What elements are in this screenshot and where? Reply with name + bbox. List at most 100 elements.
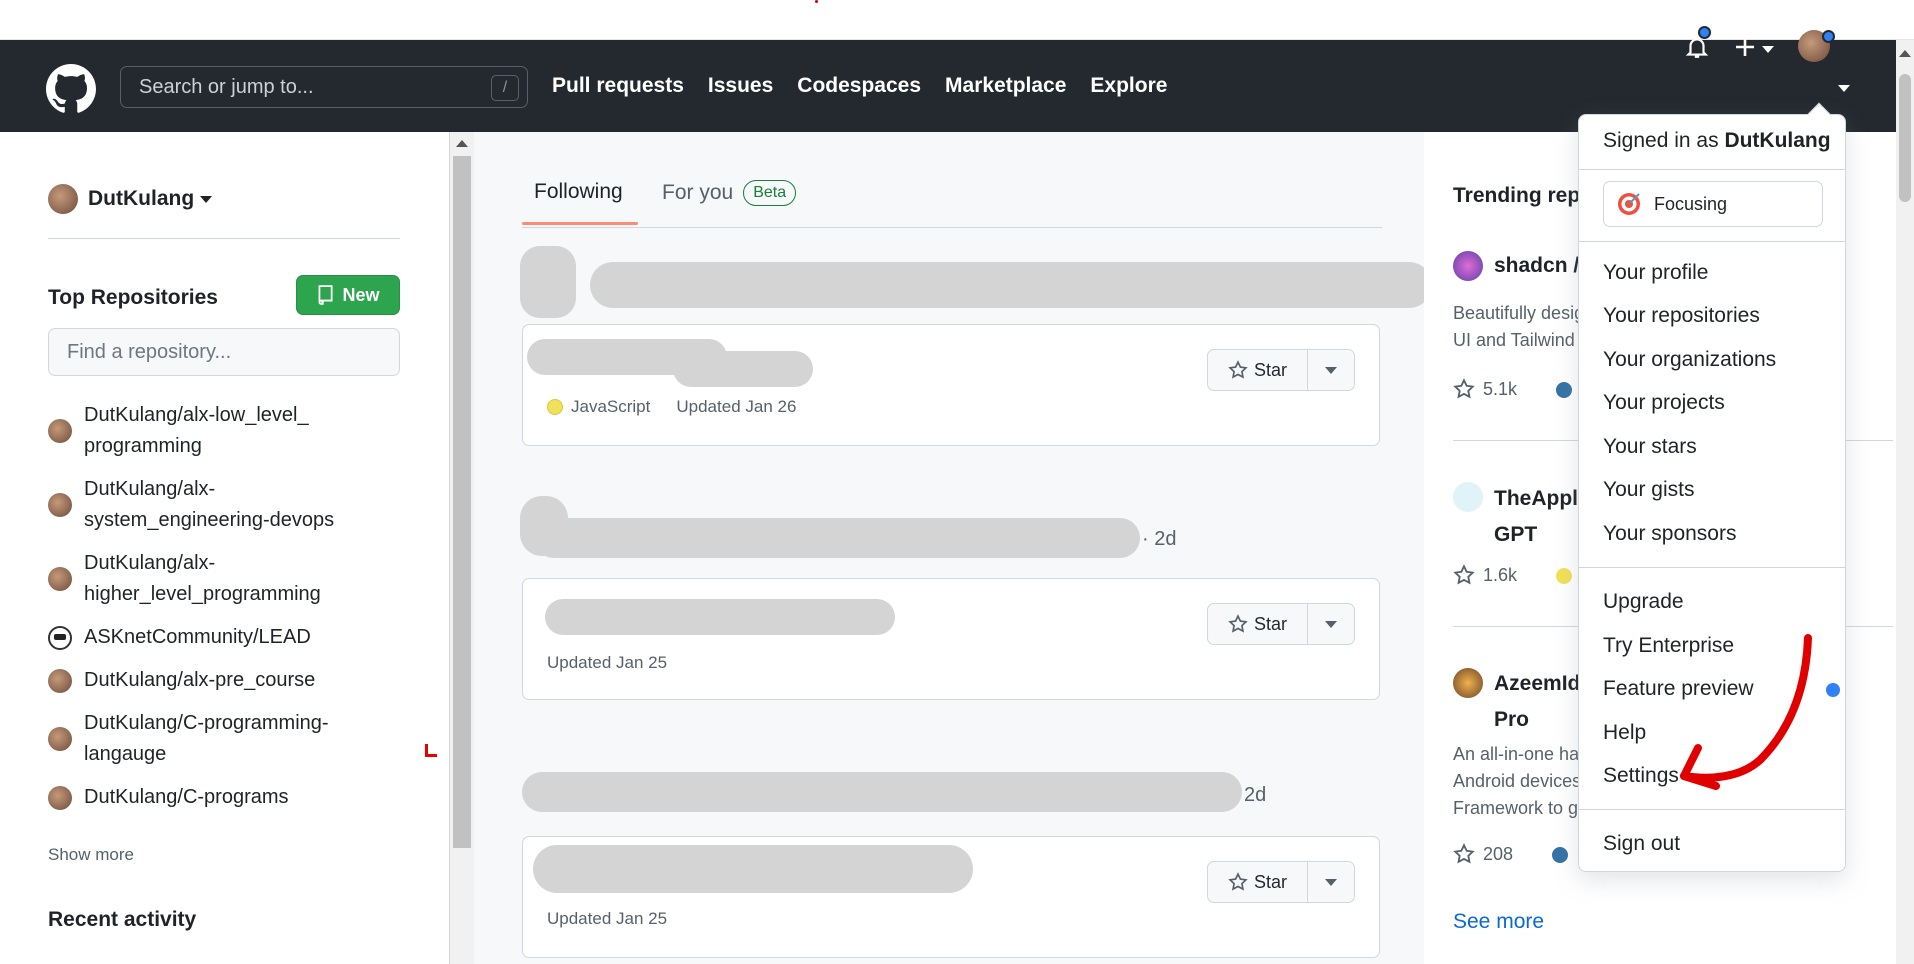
list-item[interactable]: ASKnetCommunity/LEAD bbox=[48, 622, 408, 653]
nav-explore[interactable]: Explore bbox=[1090, 74, 1167, 98]
repo-link[interactable]: DutKulang/alx-low_level_programming bbox=[84, 400, 314, 462]
list-item[interactable]: DutKulang/alx-higher_level_programming bbox=[48, 548, 408, 610]
list-item[interactable]: DutKulang/alx-system_engineering-devops bbox=[48, 474, 408, 536]
star-button[interactable]: Star bbox=[1208, 604, 1308, 644]
star-list-dropdown[interactable] bbox=[1308, 604, 1354, 644]
see-more-link[interactable]: See more bbox=[1453, 910, 1544, 934]
annotation-arrow-icon bbox=[1680, 634, 1812, 790]
chevron-down-icon bbox=[1325, 620, 1337, 628]
chevron-down-icon bbox=[1325, 878, 1337, 886]
star-label: Star bbox=[1253, 871, 1287, 892]
menu-item-your-sponsors[interactable]: Your sponsors bbox=[1603, 522, 1736, 546]
language-color-dot bbox=[1552, 847, 1568, 863]
repo-link[interactable]: DutKulang/C-programs bbox=[84, 782, 289, 813]
chevron-down-icon bbox=[200, 195, 213, 203]
github-logo-icon[interactable] bbox=[46, 64, 96, 114]
tab-label: For you bbox=[662, 181, 734, 204]
repo-link[interactable]: DutKulang/C-programming-langauge bbox=[84, 708, 374, 770]
repo-link[interactable]: ASKnetCommunity/LEAD bbox=[84, 622, 311, 653]
sidebar-scrollbar[interactable] bbox=[450, 132, 474, 964]
star-count: 208 bbox=[1453, 843, 1513, 865]
list-item[interactable]: DutKulang/alx-pre_course bbox=[48, 665, 408, 696]
avatar bbox=[48, 567, 72, 591]
repo-link[interactable]: DutKulang/alx-system_engineering-devops bbox=[84, 474, 374, 536]
active-tab-underline bbox=[522, 222, 638, 225]
scroll-up-arrow[interactable] bbox=[456, 140, 468, 147]
avatar bbox=[48, 493, 72, 517]
star-icon bbox=[1453, 564, 1475, 585]
trending-heading: Trending repo bbox=[1453, 184, 1594, 207]
star-count: 1.6k bbox=[1453, 564, 1517, 586]
set-status-button[interactable]: Focusing bbox=[1603, 181, 1823, 227]
menu-item-your-projects[interactable]: Your projects bbox=[1603, 391, 1725, 415]
avatar bbox=[48, 419, 72, 443]
feed-tabs: Following For you Beta bbox=[522, 176, 1382, 228]
recent-activity-heading: Recent activity bbox=[48, 908, 197, 931]
search-input[interactable] bbox=[139, 75, 469, 99]
scrollbar-thumb[interactable] bbox=[1899, 74, 1911, 202]
trending-repo-link[interactable]: shadcn / bbox=[1494, 254, 1579, 278]
nav-pull-requests[interactable]: Pull requests bbox=[552, 74, 684, 98]
star-list-dropdown[interactable] bbox=[1308, 350, 1354, 390]
updated-label: Updated Jan 26 bbox=[676, 397, 797, 416]
menu-item-settings[interactable]: Settings bbox=[1603, 764, 1679, 788]
repo-link[interactable]: DutKulang/alx-pre_course bbox=[84, 665, 315, 696]
avatar bbox=[1453, 251, 1483, 281]
menu-item-sign-out[interactable]: Sign out bbox=[1603, 832, 1680, 856]
repo-icon bbox=[319, 285, 334, 305]
star-icon bbox=[1453, 378, 1475, 399]
star-count-label: 5.1k bbox=[1483, 378, 1518, 399]
create-new-menu[interactable] bbox=[1734, 34, 1778, 62]
status-label: Focusing bbox=[1654, 193, 1728, 214]
menu-item-your-profile[interactable]: Your profile bbox=[1603, 261, 1708, 285]
trending-repo-link[interactable]: TheApple GPT bbox=[1453, 481, 1590, 553]
nav-issues[interactable]: Issues bbox=[708, 74, 773, 98]
chevron-down-icon bbox=[1838, 85, 1850, 92]
divider bbox=[1579, 169, 1845, 170]
redacted-content bbox=[533, 845, 973, 893]
tab-following[interactable]: Following bbox=[522, 180, 638, 225]
star-button[interactable]: Star bbox=[1208, 862, 1308, 902]
tab-for-you[interactable]: For you Beta bbox=[662, 180, 797, 206]
redacted-content bbox=[545, 599, 895, 635]
updated-label: Updated Jan 25 bbox=[547, 909, 668, 928]
username: DutKulang bbox=[88, 187, 195, 210]
menu-item-your-organizations[interactable]: Your organizations bbox=[1603, 348, 1776, 372]
context-switcher[interactable]: DutKulang bbox=[48, 184, 213, 214]
menu-item-your-gists[interactable]: Your gists bbox=[1603, 478, 1694, 502]
plus-icon bbox=[1736, 38, 1754, 56]
repo-meta: Updated Jan 25 bbox=[547, 909, 667, 929]
timestamp: 2d bbox=[1244, 784, 1267, 806]
page-scrollbar[interactable] bbox=[1896, 40, 1914, 964]
redacted-content bbox=[534, 518, 1140, 558]
nav-codespaces[interactable]: Codespaces bbox=[797, 74, 921, 98]
list-item[interactable]: DutKulang/C-programs bbox=[48, 782, 408, 813]
list-item[interactable]: DutKulang/C-programming-langauge bbox=[48, 708, 408, 770]
repo-link[interactable]: DutKulang/alx-higher_level_programming bbox=[84, 548, 374, 610]
star-button[interactable]: Star bbox=[1208, 350, 1308, 390]
org-avatar bbox=[48, 625, 72, 650]
global-search[interactable]: / bbox=[120, 66, 528, 108]
star-button-group: Star bbox=[1207, 861, 1355, 903]
new-repository-button[interactable]: New bbox=[296, 275, 400, 315]
menu-item-your-stars[interactable]: Your stars bbox=[1603, 435, 1697, 459]
list-item[interactable]: DutKulang/alx-low_level_programming bbox=[48, 400, 408, 462]
trending-repo-link[interactable]: AzeemId Pro bbox=[1453, 666, 1580, 738]
repo-meta: Updated Jan 25 bbox=[547, 653, 667, 673]
top-repositories-list: DutKulang/alx-low_level_programming DutK… bbox=[48, 400, 408, 825]
find-repository-input[interactable] bbox=[48, 328, 400, 376]
menu-item-help[interactable]: Help bbox=[1603, 721, 1646, 745]
scrollbar-thumb[interactable] bbox=[453, 156, 471, 848]
language-color-dot bbox=[547, 399, 563, 415]
menu-item-upgrade[interactable]: Upgrade bbox=[1603, 590, 1684, 614]
nav-marketplace[interactable]: Marketplace bbox=[945, 74, 1066, 98]
feed-card: Updated Jan 25 Star bbox=[522, 578, 1380, 700]
language-color-dot bbox=[1556, 568, 1572, 584]
star-list-dropdown[interactable] bbox=[1308, 862, 1354, 902]
notification-indicator bbox=[1698, 26, 1711, 39]
menu-item-your-repositories[interactable]: Your repositories bbox=[1603, 304, 1760, 328]
scroll-up-arrow[interactable] bbox=[1899, 50, 1911, 57]
language-label: JavaScript bbox=[571, 397, 651, 416]
new-button-label: New bbox=[342, 284, 380, 305]
show-more-link[interactable]: Show more bbox=[48, 845, 134, 865]
